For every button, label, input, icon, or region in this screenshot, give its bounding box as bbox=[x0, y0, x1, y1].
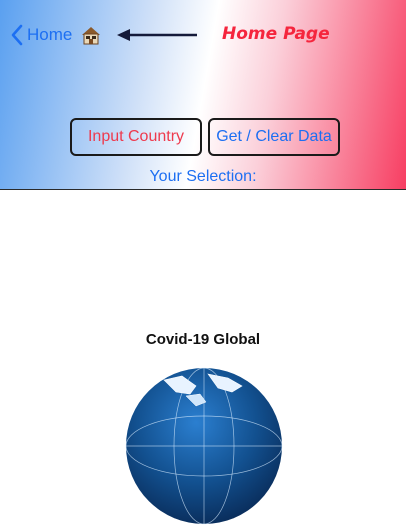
back-home-button[interactable]: Home bbox=[9, 23, 72, 47]
arrow-left-icon bbox=[117, 29, 197, 41]
input-country-button[interactable]: Input Country bbox=[70, 118, 202, 156]
your-selection-label: Your Selection: bbox=[149, 168, 257, 185]
globe-title: Covid-19 Global bbox=[145, 331, 261, 348]
home-page-label: Home Page bbox=[222, 24, 330, 44]
back-home-label: Home bbox=[27, 25, 73, 44]
header-banner: Home Home Page Input Country Get / Clear… bbox=[0, 0, 406, 189]
chevron-left-icon bbox=[11, 24, 23, 46]
get-clear-data-button[interactable]: Get / Clear Data bbox=[208, 118, 340, 156]
house-icon bbox=[82, 27, 100, 45]
header-divider bbox=[0, 189, 406, 190]
globe-icon bbox=[125, 367, 283, 525]
